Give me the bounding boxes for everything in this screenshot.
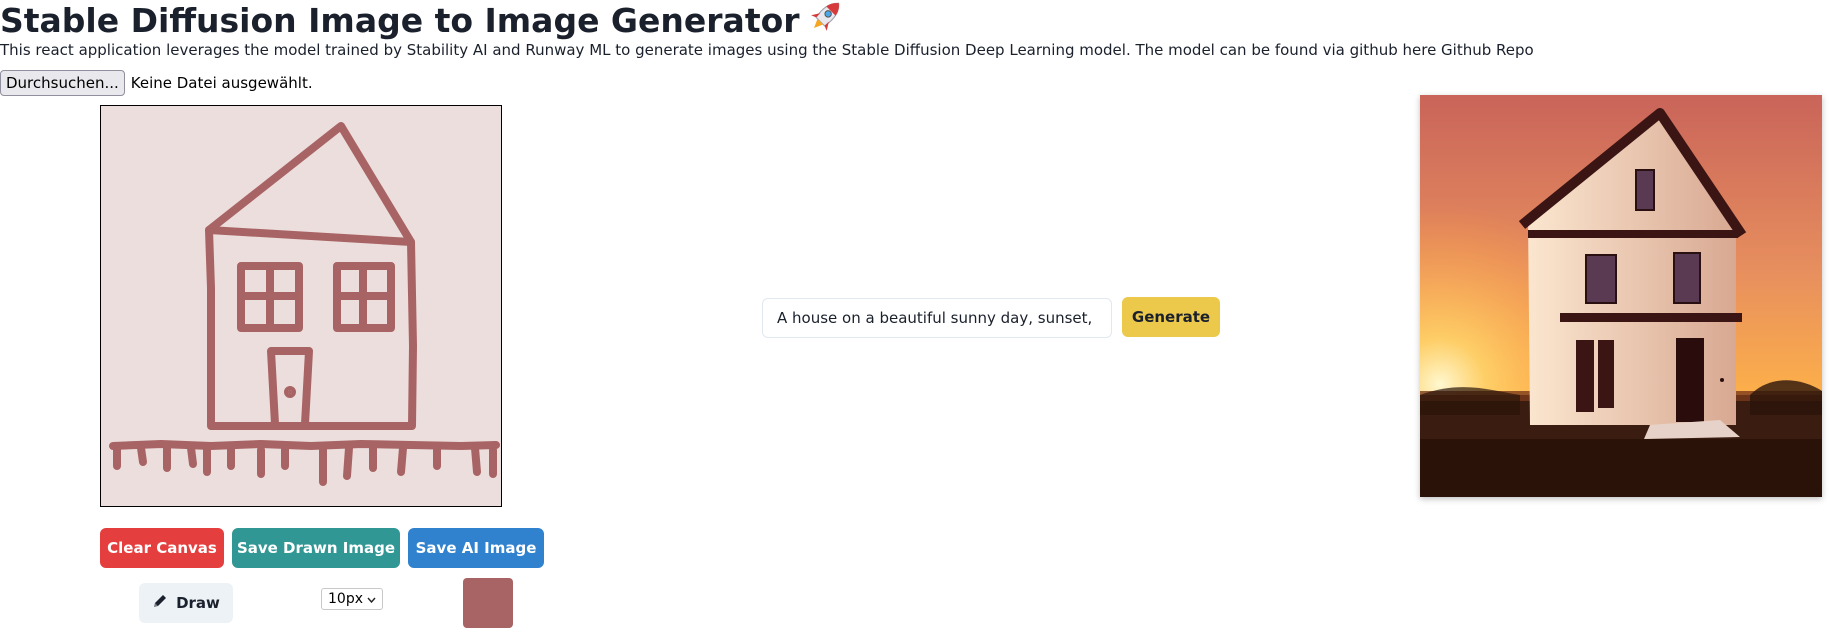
file-upload: Durchsuchen... Keine Datei ausgewählt. [0,70,313,96]
drawing-canvas[interactable] [100,105,502,507]
prompt-input[interactable] [762,298,1112,338]
save-drawn-image-button[interactable]: Save Drawn Image [232,528,400,568]
clear-canvas-button[interactable]: Clear Canvas [100,528,224,568]
page-title-text: Stable Diffusion Image to Image Generato… [0,1,800,40]
brush-color-swatch[interactable] [463,578,513,628]
pencil-icon [152,593,168,613]
brush-size-value: 10px [328,591,363,607]
page-title: Stable Diffusion Image to Image Generato… [0,0,846,45]
save-ai-image-button[interactable]: Save AI Image [408,528,544,568]
canvas-sketch [109,122,500,486]
page-description: This react application leverages the mod… [0,41,1534,59]
draw-tool-button[interactable]: Draw [139,583,233,623]
file-browse-button[interactable]: Durchsuchen... [0,70,125,96]
ai-generated-image [1420,95,1822,497]
rocket-icon [806,0,846,45]
draw-tool-label: Draw [176,594,220,612]
file-status-text: Keine Datei ausgewählt. [130,74,313,92]
generate-button[interactable]: Generate [1122,297,1220,337]
chevron-down-icon [367,591,376,607]
brush-size-select[interactable]: 10px [321,588,383,610]
